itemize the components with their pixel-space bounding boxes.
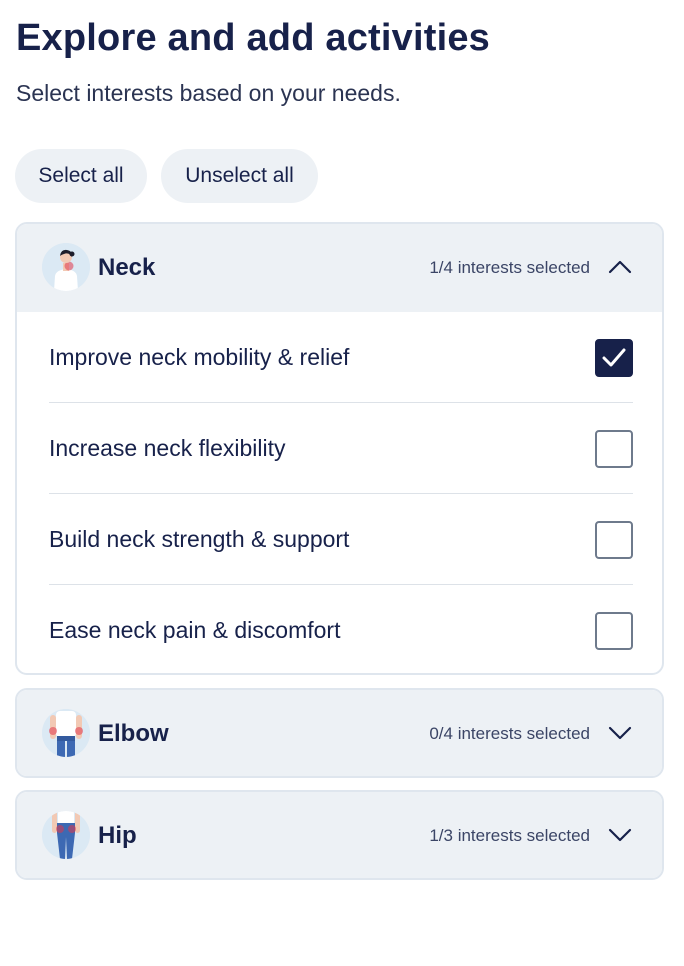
checkbox-unchecked[interactable] xyxy=(595,612,633,650)
option-label: Improve neck mobility & relief xyxy=(49,344,350,370)
unselect-all-button[interactable]: Unselect all xyxy=(161,149,318,203)
select-all-button[interactable]: Select all xyxy=(15,149,147,203)
checkbox-unchecked[interactable] xyxy=(595,430,633,468)
chevron-down-icon[interactable] xyxy=(608,826,632,844)
checkbox-unchecked[interactable] xyxy=(595,521,633,559)
checkbox-checked[interactable] xyxy=(595,339,633,377)
option-row[interactable]: Increase neck flexibility xyxy=(49,403,633,493)
category-header-hip[interactable]: Hip 1/3 interests selected xyxy=(17,792,662,878)
chevron-up-icon[interactable] xyxy=(608,258,632,276)
category-name-hip: Hip xyxy=(98,822,137,849)
option-row[interactable]: Ease neck pain & discomfort xyxy=(49,585,633,673)
category-header-neck[interactable]: Neck 1/4 interests selected xyxy=(17,224,662,312)
category-card-elbow: Elbow 0/4 interests selected xyxy=(15,688,664,778)
checkmark-icon xyxy=(602,348,626,367)
category-name-neck: Neck xyxy=(98,254,156,281)
option-label: Increase neck flexibility xyxy=(49,435,286,461)
category-card-hip: Hip 1/3 interests selected xyxy=(15,790,664,880)
category-count-neck: 1/4 interests selected xyxy=(429,258,590,277)
option-label: Ease neck pain & discomfort xyxy=(49,617,341,643)
category-count-elbow: 0/4 interests selected xyxy=(429,724,590,743)
option-row[interactable]: Build neck strength & support xyxy=(49,494,633,584)
page-subtitle: Select interests based on your needs. xyxy=(16,80,401,106)
category-card-neck: Neck 1/4 interests selected Improve neck… xyxy=(15,222,664,675)
option-row[interactable]: Improve neck mobility & relief xyxy=(49,312,633,402)
hip-avatar-icon xyxy=(42,811,90,859)
category-name-elbow: Elbow xyxy=(98,720,169,747)
chevron-down-icon[interactable] xyxy=(608,724,632,742)
activities-page: Explore and add activities Select intere… xyxy=(0,0,684,966)
elbow-avatar-icon xyxy=(42,709,90,757)
page-title: Explore and add activities xyxy=(16,17,491,59)
option-label: Build neck strength & support xyxy=(49,526,350,552)
category-header-elbow[interactable]: Elbow 0/4 interests selected xyxy=(17,690,662,776)
neck-avatar-icon xyxy=(42,243,90,291)
category-count-hip: 1/3 interests selected xyxy=(429,826,590,845)
